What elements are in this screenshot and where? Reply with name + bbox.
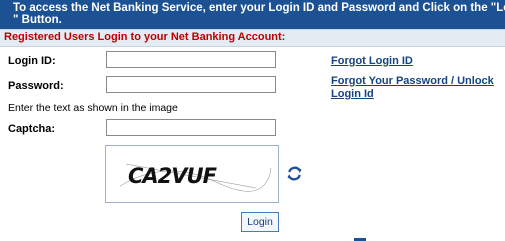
- banner-text-line2: " Button.: [13, 14, 62, 26]
- section-header: Registered Users Login to your Net Banki…: [0, 29, 505, 47]
- login-id-label: Login ID:: [8, 55, 56, 67]
- password-label: Password:: [8, 80, 64, 92]
- forgot-password-link-line2[interactable]: Login Id: [331, 88, 374, 100]
- captcha-instruction: Enter the text as shown in the image: [8, 102, 178, 114]
- refresh-captcha-icon[interactable]: [285, 164, 304, 183]
- instruction-banner: To access the Net Banking Service, enter…: [0, 0, 505, 29]
- captcha-image-text: CA2VUF: [128, 164, 218, 188]
- banner-text-line1: To access the Net Banking Service, enter…: [13, 2, 505, 14]
- login-id-input[interactable]: [106, 51, 276, 68]
- login-button[interactable]: Login: [241, 212, 279, 232]
- password-input[interactable]: [106, 76, 276, 93]
- forgot-login-id-link[interactable]: Forgot Login ID: [331, 55, 413, 67]
- captcha-input[interactable]: [106, 119, 276, 136]
- section-title: Registered Users Login to your Net Banki…: [4, 31, 286, 43]
- captcha-image: CA2VUF: [105, 145, 279, 203]
- captcha-label: Captcha:: [8, 123, 56, 135]
- forgot-password-link-line1[interactable]: Forgot Your Password / Unlock: [331, 75, 494, 87]
